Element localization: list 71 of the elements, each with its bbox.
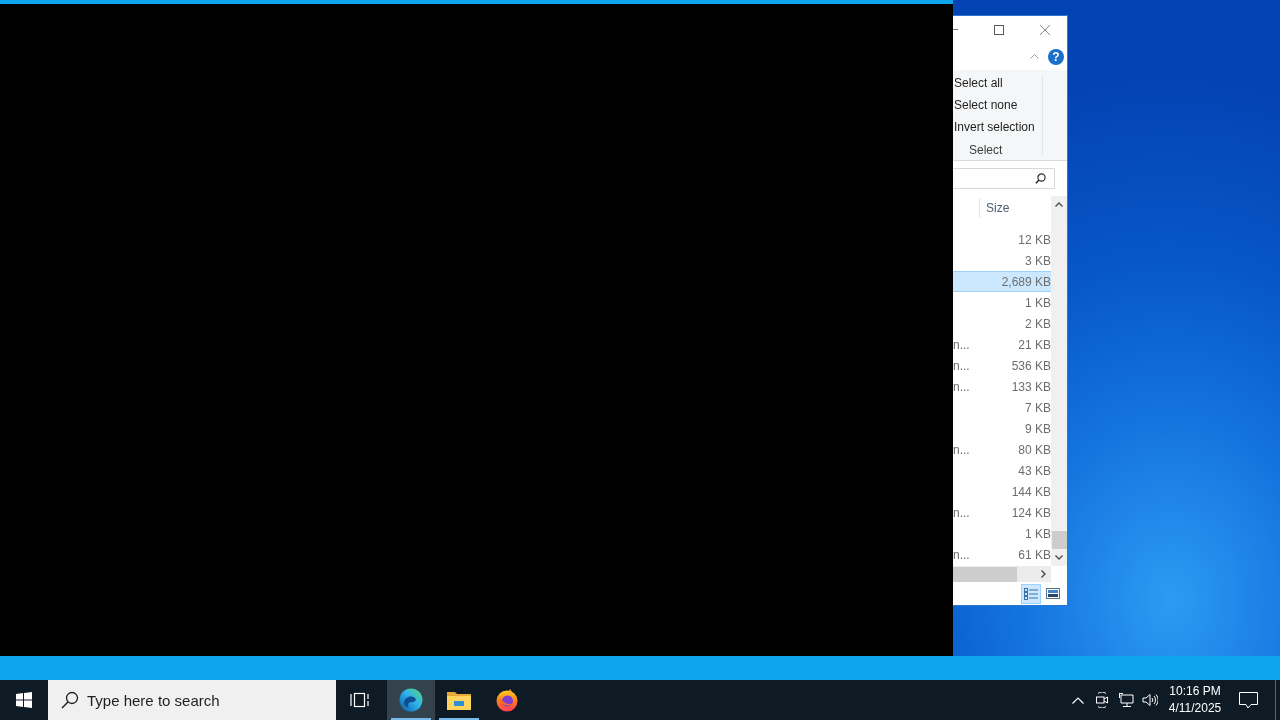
ribbon-command[interactable]: Select all: [953, 72, 1003, 94]
chevron-up-icon[interactable]: [1055, 202, 1063, 207]
table-cell: 124 KB: [1011, 504, 1051, 521]
search-field[interactable]: [953, 168, 1055, 189]
help-button[interactable]: ?: [1048, 48, 1064, 65]
table-cell: 43 KB: [1018, 462, 1051, 479]
column-header[interactable]: Size: [979, 197, 1010, 218]
file-row[interactable]: n... 80 KB: [953, 439, 1051, 460]
file-row[interactable]: 3 KB: [953, 250, 1051, 271]
search-icon: [1035, 173, 1046, 184]
details-list-icon: [1024, 587, 1038, 600]
browser-swirl-icon: [399, 688, 423, 712]
table-cell: 12 KB: [1018, 231, 1051, 248]
file-row[interactable]: 9 KB: [953, 418, 1051, 439]
file-row[interactable]: n... 61 KB: [953, 544, 1051, 565]
table-cell: n...: [953, 441, 970, 458]
speech-bubble-icon[interactable]: [1238, 691, 1258, 709]
table-cell: n...: [953, 357, 970, 374]
table-cell: 133 KB: [1011, 378, 1051, 395]
camera-icon[interactable]: [1095, 692, 1109, 708]
chevron-down-icon[interactable]: [1055, 555, 1063, 560]
table-cell: n...: [953, 504, 970, 521]
table-cell: n...: [953, 546, 970, 563]
table-cell: 61 KB: [1018, 546, 1051, 563]
folder-icon: [447, 690, 471, 710]
chevron-right-icon[interactable]: [1040, 570, 1046, 578]
table-cell: 21 KB: [1018, 336, 1051, 353]
view-toggle-button[interactable]: [1021, 583, 1041, 604]
scrollbar-thumb[interactable]: [1051, 531, 1067, 549]
table-cell: 2,689 KB: [1001, 273, 1051, 290]
maximize-icon[interactable]: [994, 24, 1004, 35]
file-row[interactable]: n... 124 KB: [953, 502, 1051, 523]
file-row[interactable]: 2 KB: [953, 313, 1051, 334]
scrollbar-thumb[interactable]: [953, 566, 1017, 582]
speaker-icon[interactable]: [1142, 693, 1158, 707]
file-row[interactable]: 2,689 KB: [953, 271, 1051, 292]
table-cell: 3 KB: [1025, 252, 1051, 269]
table-cell: 80 KB: [1018, 441, 1051, 458]
horizontal-scrollbar[interactable]: [953, 566, 1051, 582]
task-view-icon: [350, 692, 370, 708]
table-cell: 144 KB: [1011, 483, 1051, 500]
search-icon: [61, 691, 79, 709]
table-cell: 2 KB: [1025, 315, 1051, 332]
vertical-scrollbar[interactable]: [1051, 196, 1067, 566]
clock-button[interactable]: 10:16 PM 4/11/2025: [1162, 680, 1228, 720]
file-row[interactable]: 43 KB: [953, 460, 1051, 481]
file-row[interactable]: n... 21 KB: [953, 334, 1051, 355]
file-row[interactable]: n... 536 KB: [953, 355, 1051, 376]
file-row[interactable]: 7 KB: [953, 397, 1051, 418]
four-tiles-icon: [16, 692, 32, 708]
ribbon-group-label: Select: [968, 142, 1003, 159]
table-cell: 7 KB: [1025, 399, 1051, 416]
table-cell: 536 KB: [1011, 357, 1051, 374]
file-row[interactable]: 1 KB: [953, 292, 1051, 313]
close-icon[interactable]: [1039, 24, 1050, 35]
file-row[interactable]: 12 KB: [953, 229, 1051, 250]
table-cell: 9 KB: [1025, 420, 1051, 437]
ribbon-command[interactable]: Select none: [953, 94, 1018, 116]
table-cell: 1 KB: [1025, 294, 1051, 311]
search-field[interactable]: Type here to search: [48, 680, 336, 720]
table-cell: 1 KB: [1025, 525, 1051, 542]
table-cell: n...: [953, 378, 970, 395]
caret-up-icon[interactable]: [1072, 696, 1084, 704]
file-row[interactable]: n... 133 KB: [953, 376, 1051, 397]
file-row[interactable]: 144 KB: [953, 481, 1051, 502]
fox-globe-icon: [495, 688, 519, 712]
file-row[interactable]: 1 KB: [953, 523, 1051, 544]
picture-icon: [1046, 588, 1060, 599]
table-cell: n...: [953, 336, 970, 353]
ribbon-command[interactable]: Invert selection: [953, 116, 1035, 138]
network-monitor-icon[interactable]: [1118, 692, 1134, 708]
